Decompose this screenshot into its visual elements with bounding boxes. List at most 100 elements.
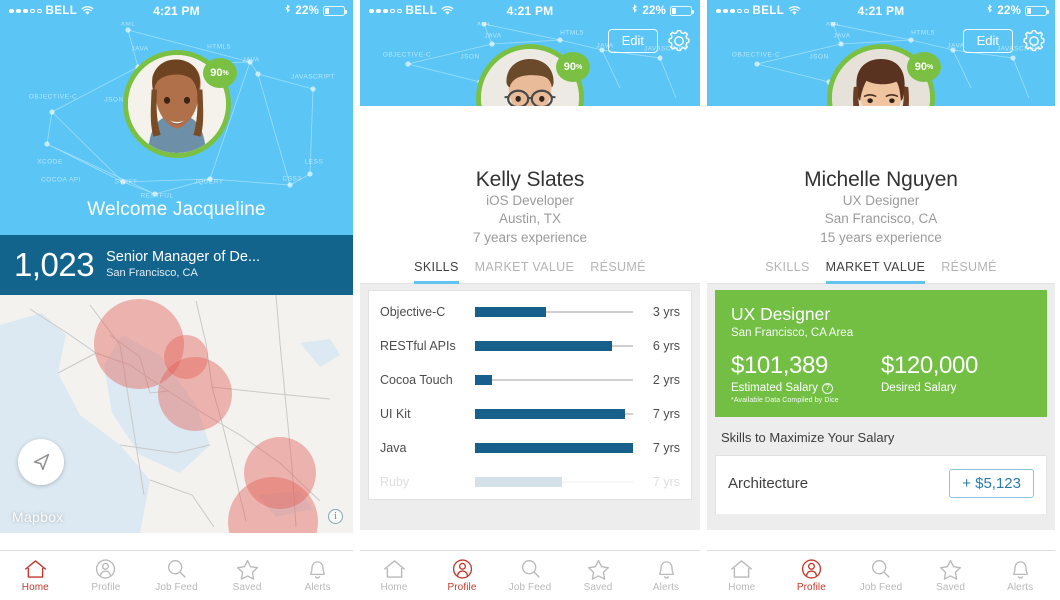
avatar[interactable]: 90% — [476, 44, 590, 106]
skill-tag: LESS — [304, 158, 324, 166]
skill-row[interactable]: Objective-C 3 yrs — [369, 295, 691, 329]
skill-row[interactable]: Ruby 7 yrs — [369, 465, 691, 499]
nav-item-profile[interactable]: Profile — [777, 558, 847, 593]
nav-item-alerts[interactable]: Alerts — [985, 558, 1055, 593]
tab-skills[interactable]: SKILLS — [414, 260, 459, 285]
skills-panel: Objective-C 3 yrs RESTful APIs 6 yrs Coc… — [360, 284, 700, 531]
welcome-message: Welcome Jacqueline — [87, 199, 266, 220]
home-icon — [383, 560, 405, 578]
skill-row[interactable]: Java 7 yrs — [369, 431, 691, 465]
nav-item-home[interactable]: Home — [360, 558, 428, 593]
job-count-banner[interactable]: 1,023 Senior Manager of De... San Franci… — [0, 235, 353, 295]
header-actions-2: Edit — [607, 28, 692, 54]
profile-identity-2: Kelly Slates iOS Developer Austin, TX 7 … — [360, 106, 700, 248]
boost-skill-value[interactable]: + $5,123 — [949, 469, 1034, 499]
map-attribution: Mapbox — [12, 509, 64, 525]
nav-item-saved[interactable]: Saved — [564, 558, 632, 593]
gear-icon[interactable] — [666, 28, 692, 54]
skill-bar-fill — [475, 341, 613, 352]
skill-bar-fill — [475, 443, 633, 454]
search-icon — [167, 560, 186, 578]
skill-bar-track — [475, 375, 633, 386]
nav-label: Home — [380, 582, 408, 593]
skill-row[interactable]: RESTful APIs 6 yrs — [369, 329, 691, 363]
profile-location: Austin, TX — [498, 211, 562, 227]
battery-icon — [323, 6, 347, 16]
skill-tag: HTML5 — [911, 29, 935, 37]
status-bar-1: BELL 4:21 PM 22% — [0, 0, 353, 22]
nav-item-home[interactable]: Home — [707, 558, 777, 593]
star-icon — [940, 559, 962, 580]
profile-completeness-badge: 90% — [202, 58, 237, 88]
avatar[interactable]: 90% — [827, 44, 941, 106]
nav-label: Profile — [447, 582, 477, 593]
skill-bar-fill — [475, 375, 493, 386]
estimated-salary-label: Estimated Salary — [731, 382, 818, 395]
question-mark-icon[interactable]: ? — [821, 382, 833, 394]
nav-label: Alerts — [1007, 582, 1034, 593]
tab-resume[interactable]: RÉSUMÉ — [941, 260, 997, 283]
skill-tag: JAVASCRIPT — [290, 73, 336, 81]
nav-item-job-feed[interactable]: Job Feed — [141, 558, 212, 593]
nav-item-saved[interactable]: Saved — [212, 558, 283, 593]
boost-skill-row[interactable]: Architecture + $5,123 — [715, 455, 1047, 515]
job-location-label: San Francisco, CA — [106, 266, 198, 279]
job-heatmap[interactable]: Mapbox i — [0, 295, 353, 533]
tab-market-value[interactable]: MARKET VALUE — [825, 260, 926, 285]
skill-bar-track — [475, 477, 633, 488]
profile-completeness-badge: 90% — [907, 52, 941, 82]
skill-row[interactable]: UI Kit 7 yrs — [369, 397, 691, 431]
profile-tabs-3: SKILLS MARKET VALUE RÉSUMÉ — [707, 247, 1055, 285]
skill-years: 2 yrs — [652, 373, 680, 388]
bell-icon — [1012, 561, 1028, 579]
skill-tag: JAVA — [484, 32, 502, 40]
skill-tag: XCODE — [37, 158, 63, 166]
star-icon — [587, 559, 609, 580]
locate-me-button[interactable] — [18, 439, 64, 485]
skill-row[interactable]: Cocoa Touch 2 yrs — [369, 363, 691, 397]
nav-item-profile[interactable]: Profile — [71, 558, 142, 593]
skill-years: 6 yrs — [652, 339, 680, 354]
phone-screen-home: BELL 4:21 PM 22% XML JAVA HTML5 JAVA JAV… — [0, 0, 353, 600]
nav-item-job-feed[interactable]: Job Feed — [496, 558, 564, 593]
skill-bar-track — [475, 443, 633, 454]
phone-screen-profile-skills: BELL 4:21 PM 22% XML JAVA HTML5 JAVA JAV… — [360, 0, 700, 600]
skill-name: UI Kit — [380, 407, 411, 422]
nav-item-home[interactable]: Home — [0, 558, 71, 593]
avatar[interactable]: 90% — [122, 50, 237, 158]
tab-skills[interactable]: SKILLS — [765, 260, 810, 283]
skill-bar-fill — [475, 307, 547, 318]
profile-icon — [96, 559, 116, 579]
skill-tag: JAVA — [242, 56, 260, 64]
bottom-tabbar-2: Home Profile Job Feed Saved Alerts — [360, 550, 700, 600]
profile-experience: 7 years experience — [472, 229, 588, 245]
skill-bar-track — [475, 409, 633, 420]
tab-resume[interactable]: RÉSUMÉ — [590, 260, 646, 283]
salary-figures: $101,389 Estimated Salary ? *Available D… — [731, 353, 1031, 404]
skill-bar-track — [475, 307, 633, 318]
nav-item-alerts[interactable]: Alerts — [282, 558, 353, 593]
skill-years: 7 yrs — [652, 441, 680, 456]
job-count-value: 1,023 — [14, 245, 95, 283]
gear-icon[interactable] — [1021, 28, 1047, 54]
nav-item-saved[interactable]: Saved — [916, 558, 986, 593]
edit-profile-button[interactable]: Edit — [607, 28, 658, 54]
estimated-salary-amount: $101,389 — [731, 352, 828, 380]
desired-salary-block: $120,000 Desired Salary — [881, 353, 1031, 404]
skill-name: Cocoa Touch — [380, 373, 453, 388]
status-bar-3: BELL 4:21 PM 22% — [707, 0, 1055, 22]
nav-item-alerts[interactable]: Alerts — [632, 558, 700, 593]
home-icon — [731, 560, 753, 578]
skills-section-title: Skills to Maximize Your Salary — [721, 430, 895, 446]
skill-tag: JSON — [104, 96, 124, 104]
tab-market-value[interactable]: MARKET VALUE — [475, 260, 575, 283]
boost-skill-name: Architecture — [728, 475, 809, 493]
bell-icon — [310, 561, 326, 579]
info-icon[interactable]: i — [328, 509, 343, 524]
profile-completeness-badge: 90% — [556, 52, 590, 82]
nav-item-job-feed[interactable]: Job Feed — [846, 558, 916, 593]
nav-item-profile[interactable]: Profile — [428, 558, 496, 593]
edit-profile-button[interactable]: Edit — [962, 28, 1013, 54]
skill-network-header-2: XML JAVA HTML5 JAVA JAVASCRIPT OBJECTIVE… — [360, 22, 700, 106]
skill-years: 7 yrs — [652, 407, 680, 422]
